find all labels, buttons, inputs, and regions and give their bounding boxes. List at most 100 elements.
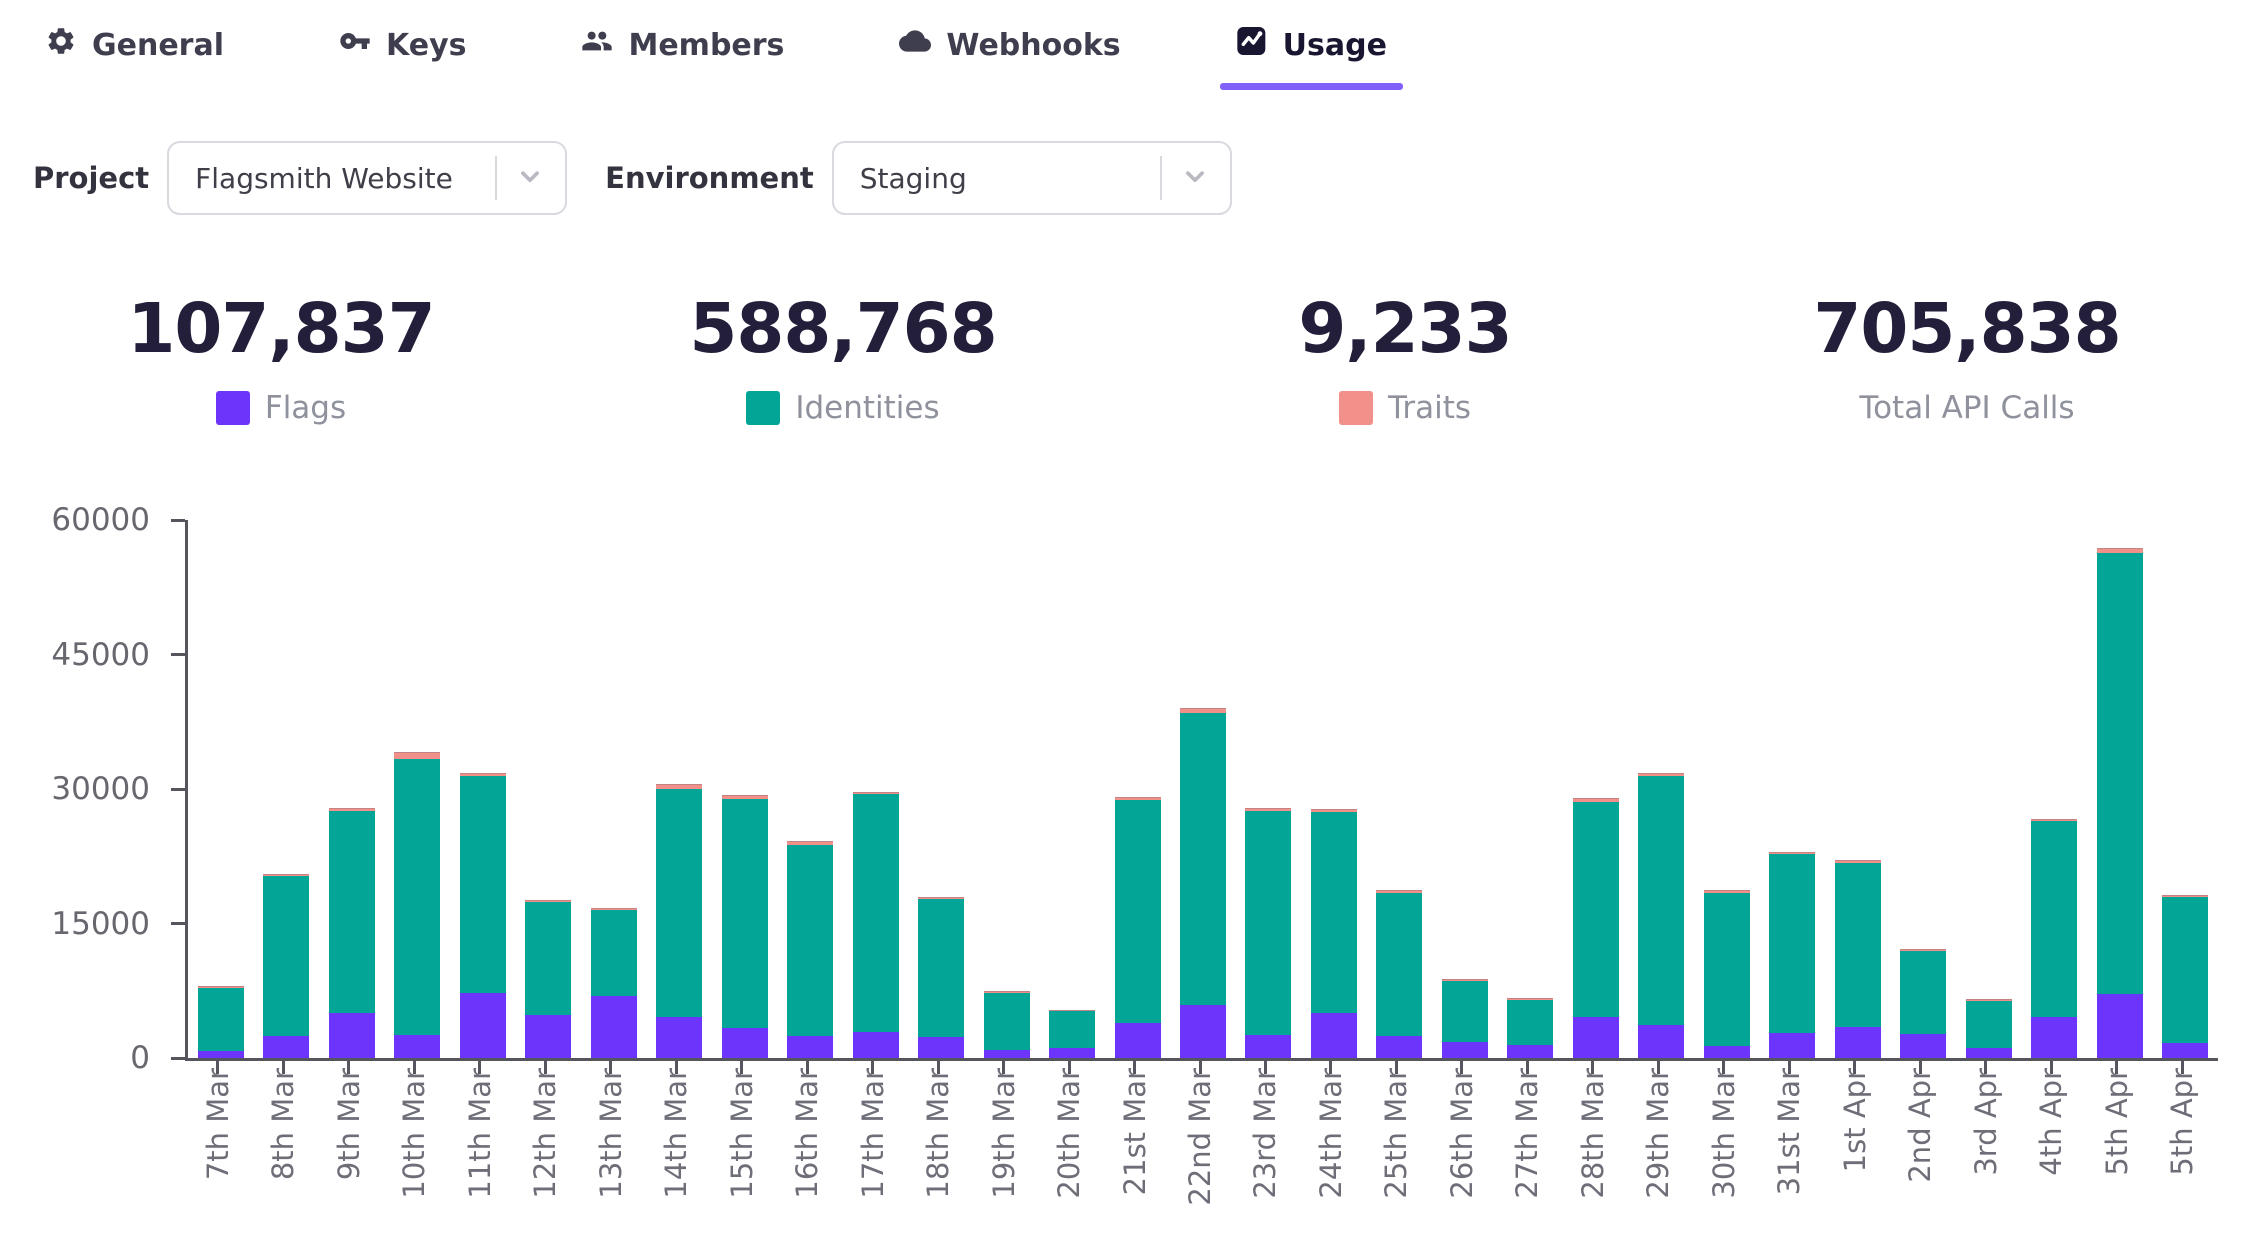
bar-segment-identities[interactable] [2031,821,2077,1016]
bar-14th-mar[interactable] [656,784,702,1058]
bar-segment-identities[interactable] [198,988,244,1051]
bar-12th-mar[interactable] [525,900,571,1058]
bar-segment-identities[interactable] [1900,951,1946,1033]
bar-segment-identities[interactable] [787,845,833,1036]
bar-segment-flags[interactable] [1704,1046,1750,1058]
bar-segment-identities[interactable] [1115,800,1161,1023]
bar-15th-mar[interactable] [722,795,768,1058]
bar-28th-mar[interactable] [1573,798,1619,1058]
bar-segment-flags[interactable] [1442,1042,1488,1058]
bar-25th-mar[interactable] [1376,890,1422,1058]
bar-segment-flags[interactable] [1835,1027,1881,1058]
bar-segment-flags[interactable] [198,1051,244,1058]
bar-segment-identities[interactable] [2097,553,2143,994]
bar-segment-flags[interactable] [2097,994,2143,1058]
bar-segment-identities[interactable] [1835,863,1881,1027]
project-select[interactable]: Flagsmith Website [167,141,567,215]
bar-26th-mar[interactable] [1442,979,1488,1058]
bar-30th-mar[interactable] [1704,890,1750,1058]
bar-segment-identities[interactable] [656,789,702,1017]
bar-segment-flags[interactable] [656,1017,702,1058]
bar-segment-identities[interactable] [1507,1000,1553,1046]
bar-20th-mar[interactable] [1049,1010,1095,1058]
bar-segment-identities[interactable] [918,899,964,1038]
bar-segment-flags[interactable] [722,1028,768,1058]
bar-10th-mar[interactable] [394,752,440,1058]
bar-3rd-apr[interactable] [1966,999,2012,1058]
tab-keys[interactable]: Keys [339,22,466,68]
bar-segment-identities[interactable] [984,993,1030,1050]
bar-segment-flags[interactable] [1507,1045,1553,1058]
tab-usage[interactable]: Usage [1236,22,1387,68]
bar-segment-flags[interactable] [591,996,637,1058]
bar-segment-flags[interactable] [787,1036,833,1058]
bar-segment-identities[interactable] [1311,812,1357,1013]
bar-segment-flags[interactable] [1900,1034,1946,1058]
bar-segment-flags[interactable] [984,1050,1030,1058]
bar-segment-flags[interactable] [1769,1033,1815,1058]
bar-segment-identities[interactable] [722,799,768,1029]
environment-select[interactable]: Staging [832,141,1232,215]
bar-segment-identities[interactable] [1638,776,1684,1024]
bar-segment-identities[interactable] [1704,893,1750,1047]
bar-1st-apr[interactable] [1835,860,1881,1058]
bar-13th-mar[interactable] [591,908,637,1058]
bar-29th-mar[interactable] [1638,773,1684,1058]
bar-31st-mar[interactable] [1769,852,1815,1058]
bar-segment-identities[interactable] [1376,893,1422,1037]
bar-16th-mar[interactable] [787,841,833,1058]
bar-21st-mar[interactable] [1115,797,1161,1058]
bar-segment-flags[interactable] [525,1015,571,1058]
tab-general[interactable]: General [45,22,224,68]
bar-segment-identities[interactable] [1573,802,1619,1017]
tab-webhooks[interactable]: Webhooks [899,22,1120,68]
bar-19th-mar[interactable] [984,991,1030,1058]
bar-segment-flags[interactable] [394,1035,440,1058]
bar-7th-mar[interactable] [198,986,244,1058]
bar-segment-flags[interactable] [329,1013,375,1058]
tab-members[interactable]: Members [581,22,784,68]
bar-segment-identities[interactable] [1442,981,1488,1042]
bar-segment-flags[interactable] [1049,1048,1095,1058]
bar-segment-identities[interactable] [2162,897,2208,1043]
bar-segment-identities[interactable] [1966,1001,2012,1049]
bar-22nd-mar[interactable] [1180,708,1226,1058]
bar-segment-flags[interactable] [460,993,506,1058]
bar-segment-identities[interactable] [591,910,637,996]
bar-segment-identities[interactable] [525,902,571,1015]
bar-5th-apr[interactable] [2162,895,2208,1058]
bar-18th-mar[interactable] [918,897,964,1058]
bar-segment-identities[interactable] [1769,854,1815,1033]
bar-2nd-apr[interactable] [1900,949,1946,1058]
bar-23rd-mar[interactable] [1245,808,1291,1058]
bar-segment-flags[interactable] [918,1037,964,1058]
bar-segment-identities[interactable] [394,759,440,1035]
bar-segment-flags[interactable] [1638,1025,1684,1058]
bar-4th-apr[interactable] [2031,819,2077,1058]
bar-segment-identities[interactable] [1049,1011,1095,1048]
bar-5th-apr[interactable] [2097,548,2143,1058]
bar-segment-flags[interactable] [1376,1036,1422,1058]
bar-segment-identities[interactable] [1245,811,1291,1035]
bar-segment-flags[interactable] [1180,1005,1226,1058]
bar-segment-flags[interactable] [1573,1017,1619,1058]
bar-segment-identities[interactable] [329,811,375,1013]
bar-9th-mar[interactable] [329,808,375,1058]
bar-segment-traits[interactable] [394,752,440,759]
bar-segment-flags[interactable] [2031,1017,2077,1058]
bar-segment-flags[interactable] [853,1032,899,1058]
bar-segment-identities[interactable] [1180,713,1226,1005]
bar-segment-flags[interactable] [263,1036,309,1058]
bar-segment-identities[interactable] [853,794,899,1032]
bar-segment-flags[interactable] [1311,1013,1357,1058]
bar-27th-mar[interactable] [1507,998,1553,1058]
bar-17th-mar[interactable] [853,792,899,1058]
bar-8th-mar[interactable] [263,874,309,1058]
bar-segment-flags[interactable] [1115,1023,1161,1058]
bar-segment-flags[interactable] [1966,1048,2012,1058]
bar-segment-flags[interactable] [2162,1043,2208,1058]
bar-segment-flags[interactable] [1245,1035,1291,1058]
bar-11th-mar[interactable] [460,773,506,1058]
bar-segment-identities[interactable] [263,876,309,1035]
bar-segment-identities[interactable] [460,776,506,993]
